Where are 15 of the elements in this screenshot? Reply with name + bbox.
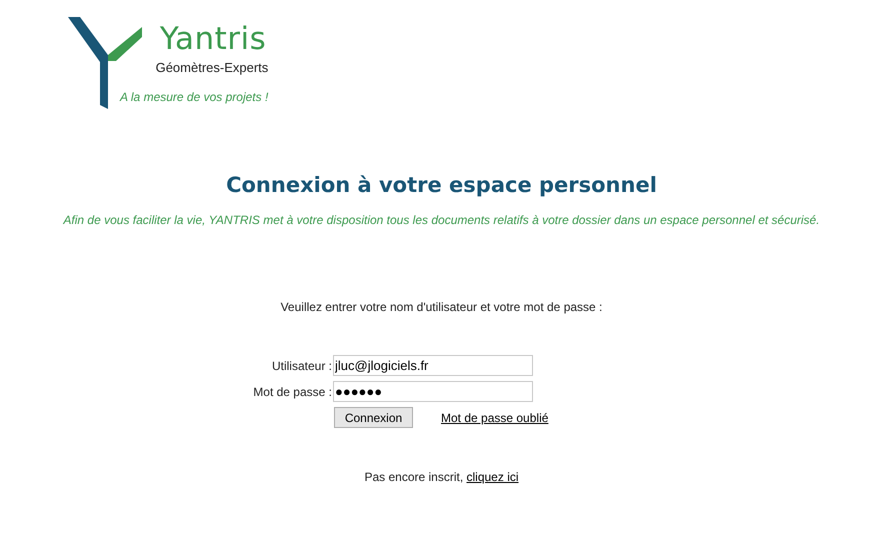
intro-text: Afin de vous faciliter la vie, YANTRIS met à votre disposition tous les documents relatifs à votre dossier dans un espace personnel et sécurisé. (62, 212, 821, 229)
username-field[interactable]: jluc@jlogiciels.fr (333, 355, 533, 376)
field-label: Utilisateur : (270, 358, 333, 374)
page-heading: Connexion à votre espace personnel (225, 172, 658, 199)
password-field[interactable]: ●●●●●● (333, 381, 533, 402)
signup-link[interactable]: cliquez ici (466, 470, 519, 484)
logo-icon (68, 17, 142, 109)
logo-tagline: A la mesure de vos projets ! (120, 90, 268, 104)
login-prompt: Veuillez entrer votre nom d'utilisateur et votre mot de passe : (280, 299, 604, 316)
login-button[interactable]: Connexion (334, 407, 413, 428)
logo-brand: Yantris (160, 20, 268, 57)
logo-subtitle: Géomètres-Experts (156, 60, 268, 76)
forgot-password-link[interactable]: Mot de passe oublié (441, 408, 548, 426)
signup-text: Pas encore inscrit, cliquez ici (363, 469, 520, 486)
field-label: Mot de passe : (252, 384, 333, 400)
